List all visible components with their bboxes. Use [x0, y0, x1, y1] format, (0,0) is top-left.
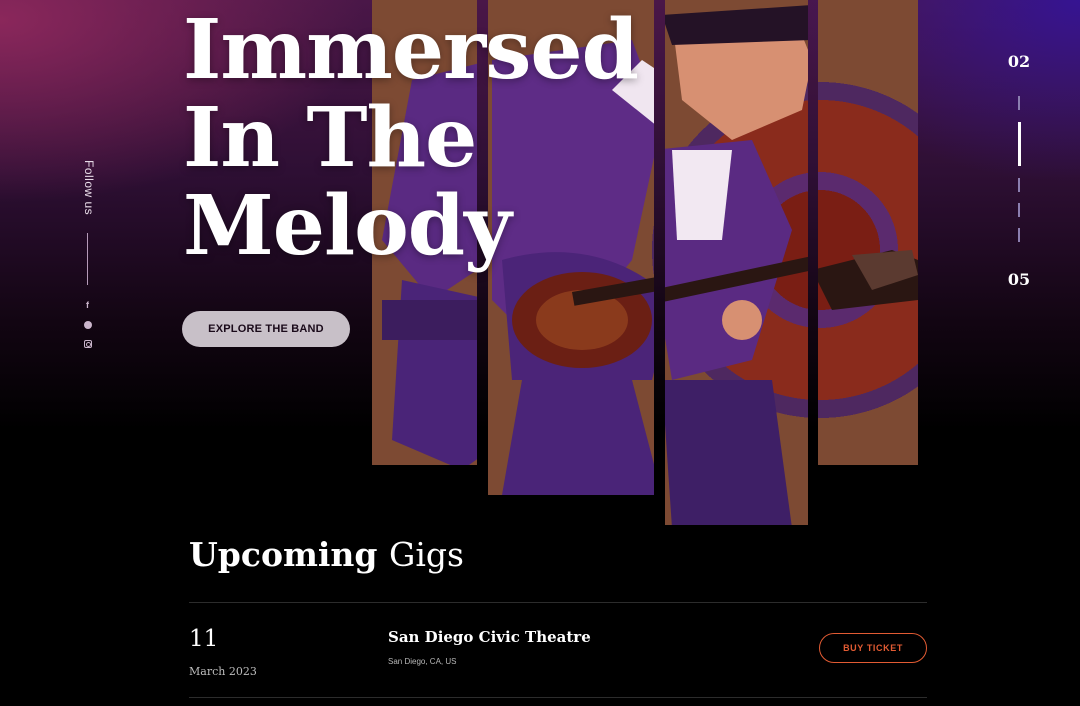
instagram-icon[interactable]	[82, 338, 93, 349]
gigs-section-title: Upcoming Gigs	[189, 535, 464, 574]
buy-ticket-button[interactable]: BUY TICKET	[819, 633, 927, 663]
divider	[189, 697, 927, 698]
hero-headline: Immersed In The Melody	[183, 2, 639, 274]
gig-day: 11	[189, 626, 219, 652]
slide-tick[interactable]	[1018, 96, 1020, 110]
photo-strip	[818, 0, 919, 465]
gigs-title-light: Gigs	[388, 535, 464, 574]
slide-tick[interactable]	[1018, 203, 1020, 217]
gigs-title-bold: Upcoming	[189, 535, 378, 574]
headline-line: Melody	[183, 178, 512, 274]
slide-current-number: 02	[1007, 52, 1031, 71]
slide-tick[interactable]	[1018, 228, 1020, 242]
headline-line: Immersed	[183, 2, 639, 98]
follow-us-label: Follow us	[82, 160, 96, 216]
spotify-icon[interactable]	[82, 319, 93, 330]
slide-total-number: 05	[1007, 270, 1031, 289]
explore-band-button[interactable]: EXPLORE THE BAND	[182, 311, 350, 347]
gig-month: March 2023	[189, 665, 257, 678]
slide-tick[interactable]	[1018, 178, 1020, 192]
slide-tick-active[interactable]	[1018, 122, 1021, 166]
headline-line: In The	[183, 90, 477, 186]
gig-location: San Diego, CA, US	[388, 657, 457, 666]
follow-divider	[87, 233, 88, 285]
divider	[189, 602, 927, 603]
gig-venue: San Diego Civic Theatre	[388, 628, 591, 646]
facebook-icon[interactable]: f	[82, 299, 93, 310]
photo-strip	[665, 0, 808, 525]
